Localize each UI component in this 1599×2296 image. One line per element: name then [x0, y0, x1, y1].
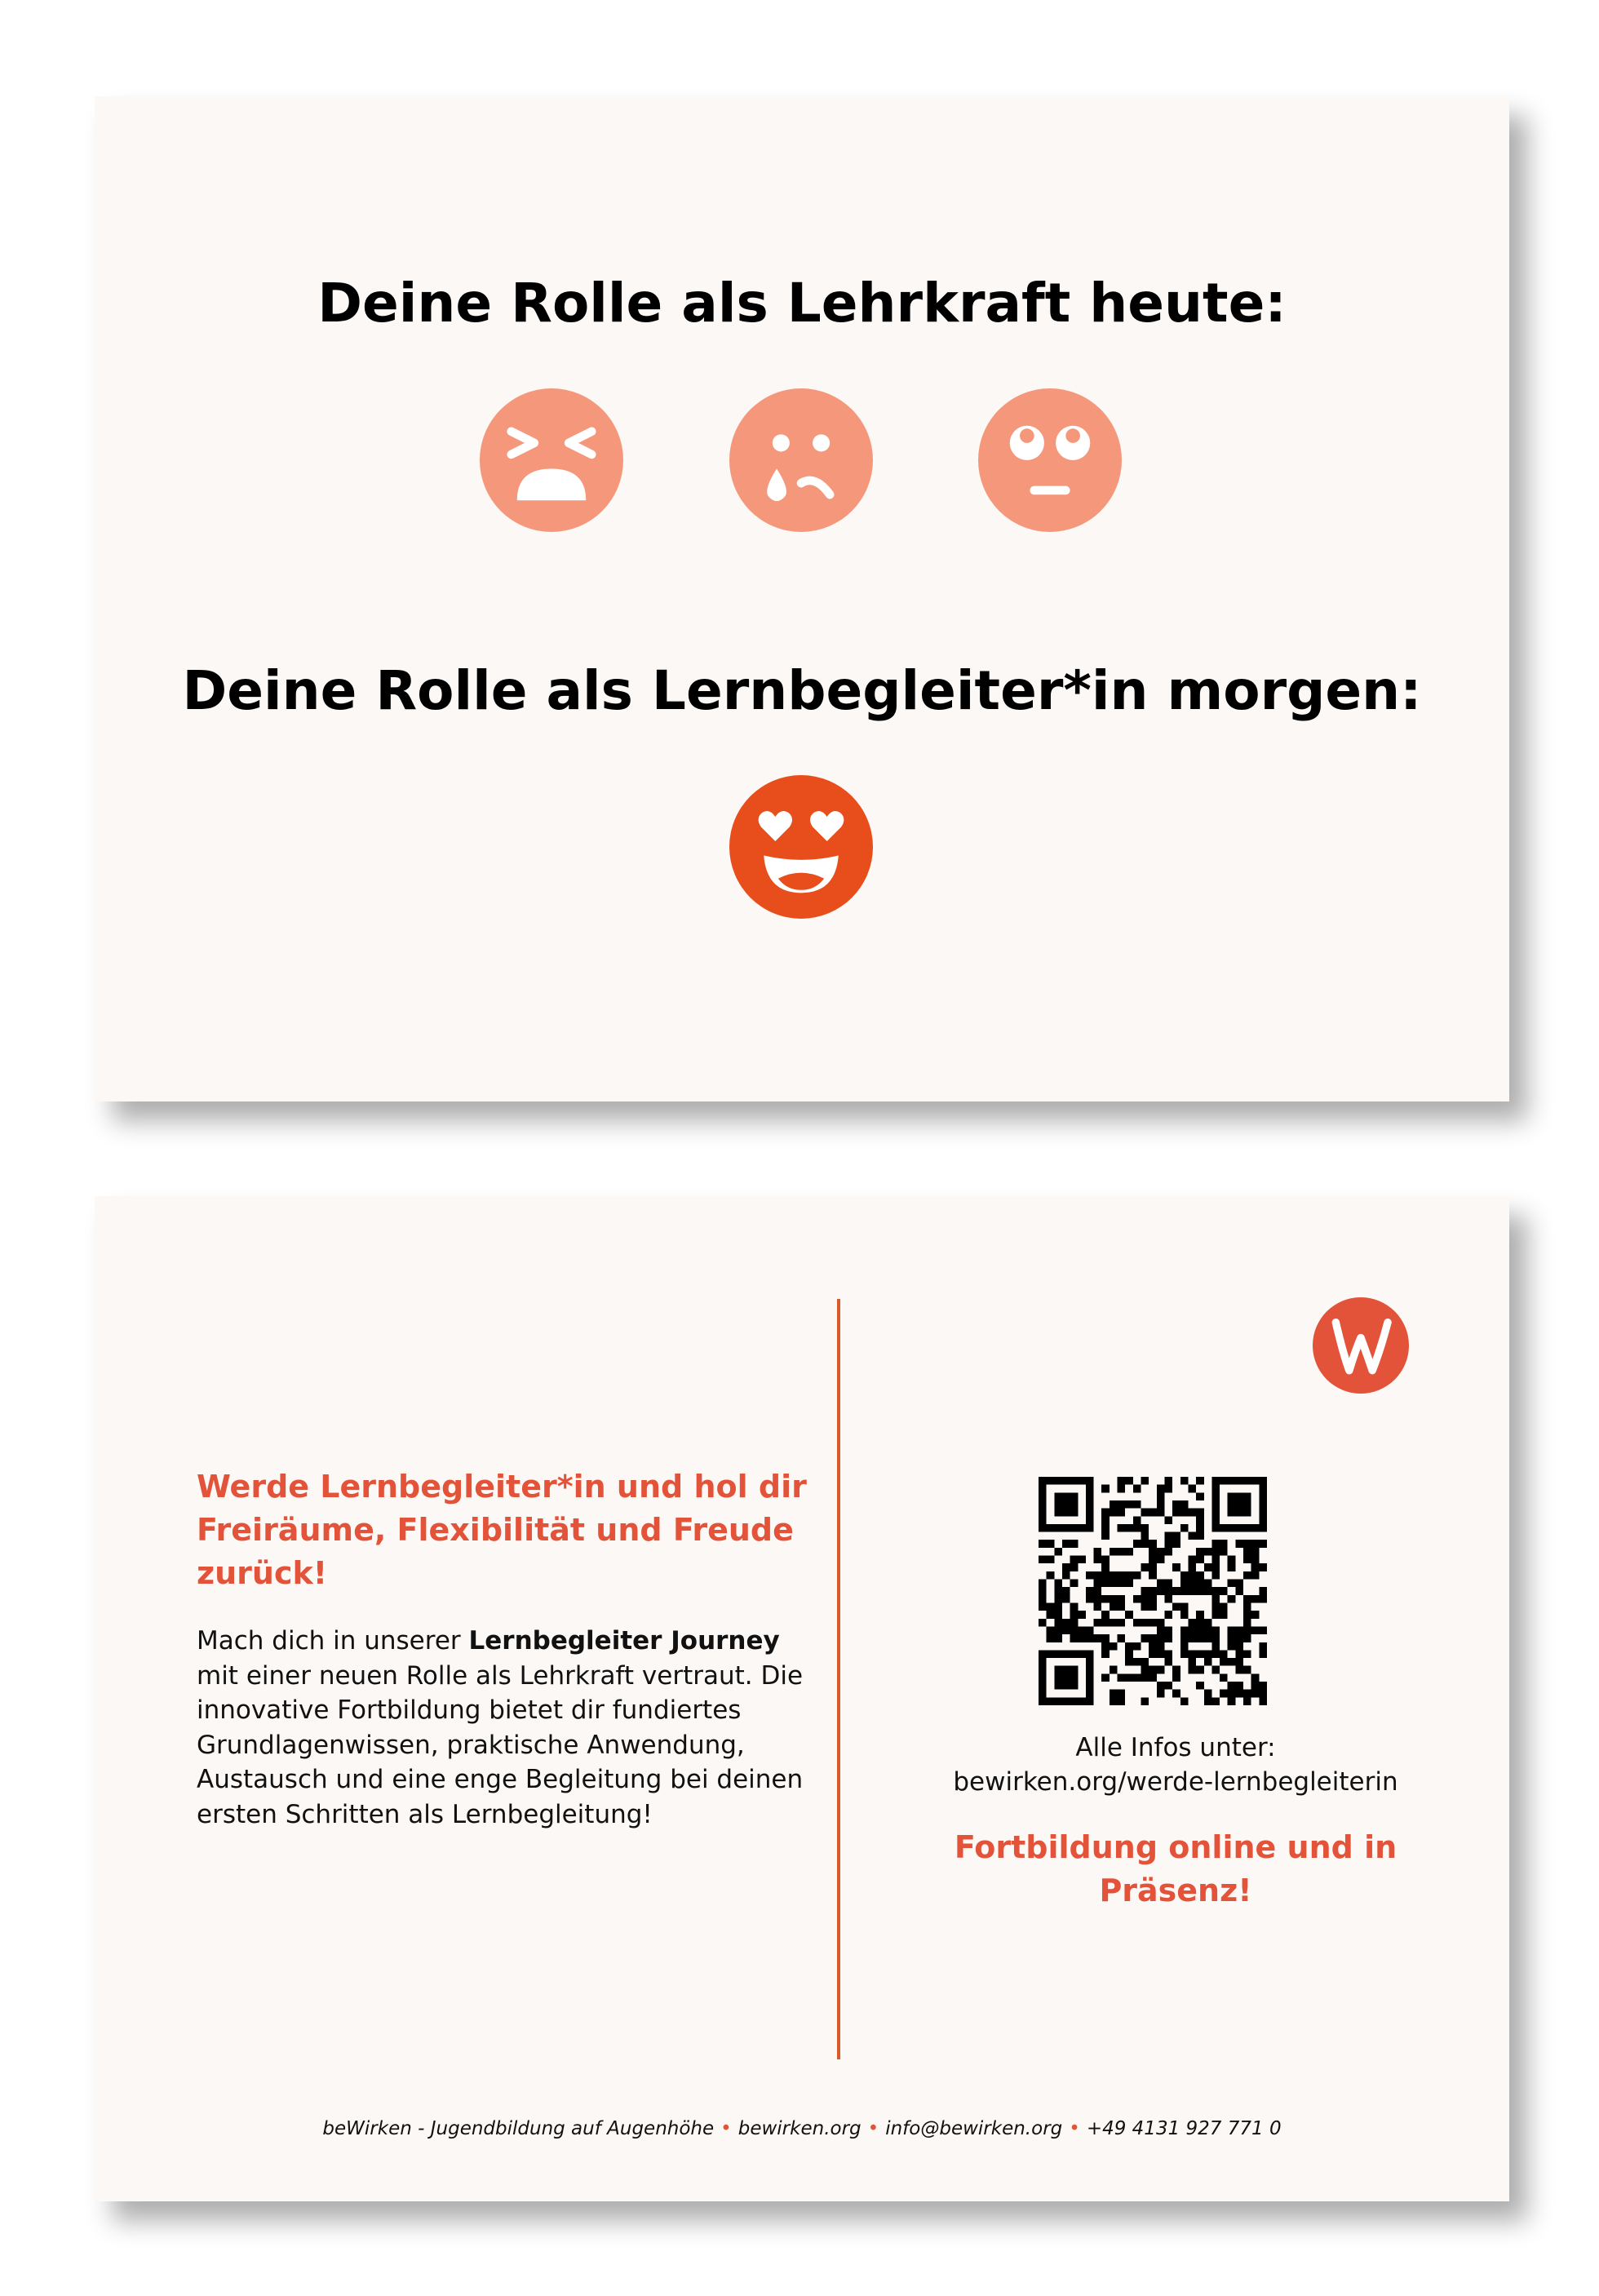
tired-face-icon [480, 388, 623, 532]
footer: beWirken - Jugendbildung auf Augenhöhe • b… [95, 2118, 1509, 2139]
footer-separator: • [1069, 2118, 1080, 2139]
heading-tomorrow: Deine Rolle als Lernbegleiter*in morgen: [182, 659, 1422, 722]
info-label: Alle Infos unter: [1075, 1733, 1276, 1762]
footer-separator: • [867, 2118, 879, 2139]
vertical-divider [837, 1299, 840, 2059]
footer-phone: +49 4131 927 771 0 [1086, 2118, 1282, 2139]
body-text: Mach dich in unserer Lernbegleiter Journ… [197, 1624, 817, 1832]
eye-roll-face-icon [978, 388, 1122, 532]
heading-today: Deine Rolle als Lehrkraft heute: [317, 272, 1287, 335]
body-text-bold: Lernbegleiter Journey [468, 1626, 780, 1656]
bewirken-logo-icon [1313, 1297, 1409, 1394]
postcard-back: Werde Lernbegleiter*in und hol dir Freir… [95, 1196, 1509, 2201]
body-text-suffix: mit einer neuen Rolle als Lehrkraft vert… [197, 1660, 804, 1829]
heart-eyes-face-icon [729, 775, 873, 919]
body-text-prefix: Mach dich in unserer [197, 1626, 469, 1656]
footer-email[interactable]: info@bewirken.org [885, 2118, 1062, 2139]
footer-org: beWirken - Jugendbildung auf Augenhöhe [322, 2118, 715, 2139]
headline: Werde Lernbegleiter*in und hol dir Freir… [197, 1469, 807, 1591]
info-url[interactable]: bewirken.org/werde-lernbegleiterin [878, 1767, 1473, 1797]
cta-text: Fortbildung online und in Präsenz! [954, 1829, 1397, 1908]
crying-face-icon [729, 388, 873, 532]
footer-web[interactable]: bewirken.org [738, 2118, 862, 2139]
qr-code[interactable] [1039, 1477, 1267, 1705]
postcard-front: Deine Rolle als Lehrkraft heute: Deine R… [95, 96, 1509, 1101]
footer-separator: • [720, 2118, 732, 2139]
